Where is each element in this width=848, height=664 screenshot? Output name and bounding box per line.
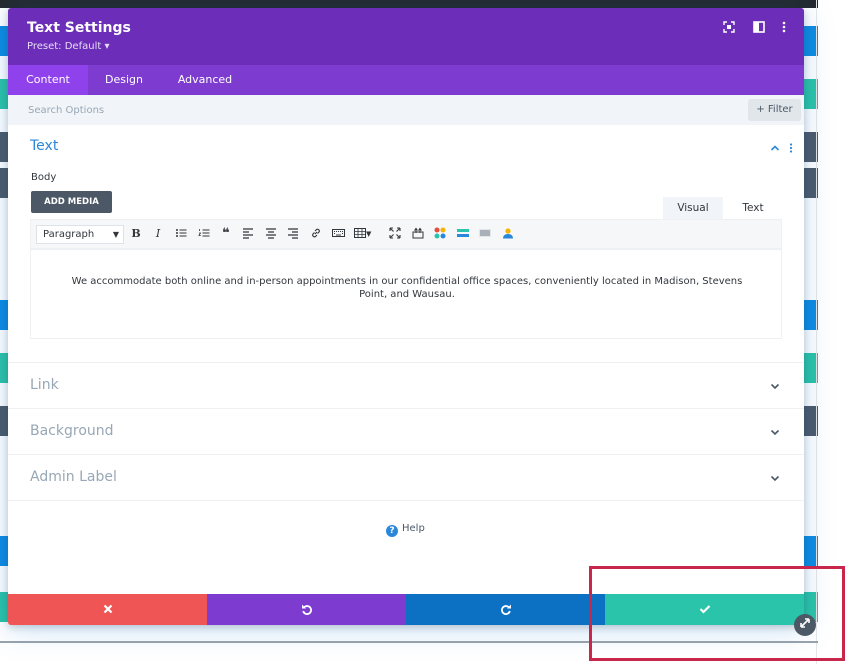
- page-edge: [816, 0, 817, 664]
- modal-title: Text Settings: [27, 20, 131, 36]
- divider: [8, 454, 804, 455]
- section-title-admin-label[interactable]: Admin Label: [30, 469, 117, 485]
- align-center-icon[interactable]: [264, 227, 278, 241]
- close-icon: [103, 604, 112, 614]
- modal-header[interactable]: Text Settings Preset: Default ▾: [8, 8, 804, 65]
- highlight-annotation: [589, 566, 845, 661]
- undo-icon: [301, 604, 312, 615]
- redo-button[interactable]: [406, 594, 605, 625]
- text-editor-area[interactable]: We accommodate both online and in-person…: [30, 249, 782, 339]
- tab-design[interactable]: Design: [88, 65, 160, 95]
- filter-button[interactable]: + Filter: [748, 99, 801, 121]
- dropdown-arrow-icon: ▼: [112, 230, 119, 239]
- preset-dropdown[interactable]: Preset: Default ▾: [27, 41, 109, 52]
- section-title-background[interactable]: Background: [30, 423, 114, 439]
- help-label: Help: [402, 523, 425, 534]
- body-label: Body: [31, 172, 57, 183]
- align-right-icon[interactable]: [286, 227, 300, 241]
- link-icon[interactable]: [309, 227, 323, 241]
- italic-icon[interactable]: I: [151, 227, 165, 241]
- chevron-down-icon[interactable]: [769, 381, 781, 393]
- blockquote-icon[interactable]: ❝: [219, 227, 233, 241]
- help-link[interactable]: ? Help: [386, 523, 425, 537]
- tab-text-editor[interactable]: Text: [724, 197, 782, 219]
- section-title-text[interactable]: Text: [30, 138, 58, 154]
- divider: [8, 362, 804, 363]
- more-vertical-icon[interactable]: [777, 21, 791, 35]
- horizontal-rule-icon[interactable]: [456, 227, 470, 241]
- user-icon[interactable]: [501, 227, 515, 241]
- undo-button[interactable]: [207, 594, 406, 625]
- split-view-icon[interactable]: [752, 21, 766, 35]
- admin-bar: [0, 0, 818, 8]
- add-media-button[interactable]: ADD MEDIA: [31, 191, 112, 213]
- chevron-up-icon[interactable]: [769, 143, 781, 155]
- bold-icon[interactable]: B: [129, 227, 143, 241]
- tab-visual-editor[interactable]: Visual: [663, 197, 723, 219]
- paste-icon[interactable]: [411, 227, 425, 241]
- chevron-down-icon[interactable]: [769, 427, 781, 439]
- text-settings-modal: Text Settings Preset: Default ▾ Content …: [8, 8, 804, 625]
- section-options-icon[interactable]: [789, 142, 795, 154]
- help-icon: ?: [386, 525, 398, 537]
- editor-toolbar: Paragraph ▼ B I ❝ ▼: [30, 219, 782, 249]
- table-icon[interactable]: ▼: [354, 227, 378, 241]
- cancel-button[interactable]: [8, 594, 207, 625]
- fullscreen-icon[interactable]: [388, 227, 402, 241]
- section-title-link[interactable]: Link: [30, 377, 59, 393]
- divider: [8, 500, 804, 501]
- color-swatch-icon[interactable]: [433, 227, 447, 241]
- paragraph-format-select[interactable]: Paragraph ▼: [36, 225, 124, 244]
- paragraph-select-value: Paragraph: [43, 229, 95, 240]
- chevron-down-icon[interactable]: [769, 473, 781, 485]
- numbered-list-icon[interactable]: [197, 227, 211, 241]
- focus-icon[interactable]: [722, 21, 736, 35]
- divider: [8, 408, 804, 409]
- tab-advanced[interactable]: Advanced: [160, 65, 250, 95]
- tab-content[interactable]: Content: [8, 65, 88, 95]
- align-left-icon[interactable]: [241, 227, 255, 241]
- search-bar: + Filter: [8, 95, 804, 125]
- bullet-list-icon[interactable]: [174, 227, 188, 241]
- text-lines-icon[interactable]: [478, 227, 492, 241]
- settings-tabs: Content Design Advanced: [8, 65, 804, 95]
- keyboard-icon[interactable]: [331, 227, 345, 241]
- search-input[interactable]: [28, 102, 628, 118]
- redo-icon: [500, 604, 511, 615]
- editor-content-text: We accommodate both online and in-person…: [71, 276, 743, 300]
